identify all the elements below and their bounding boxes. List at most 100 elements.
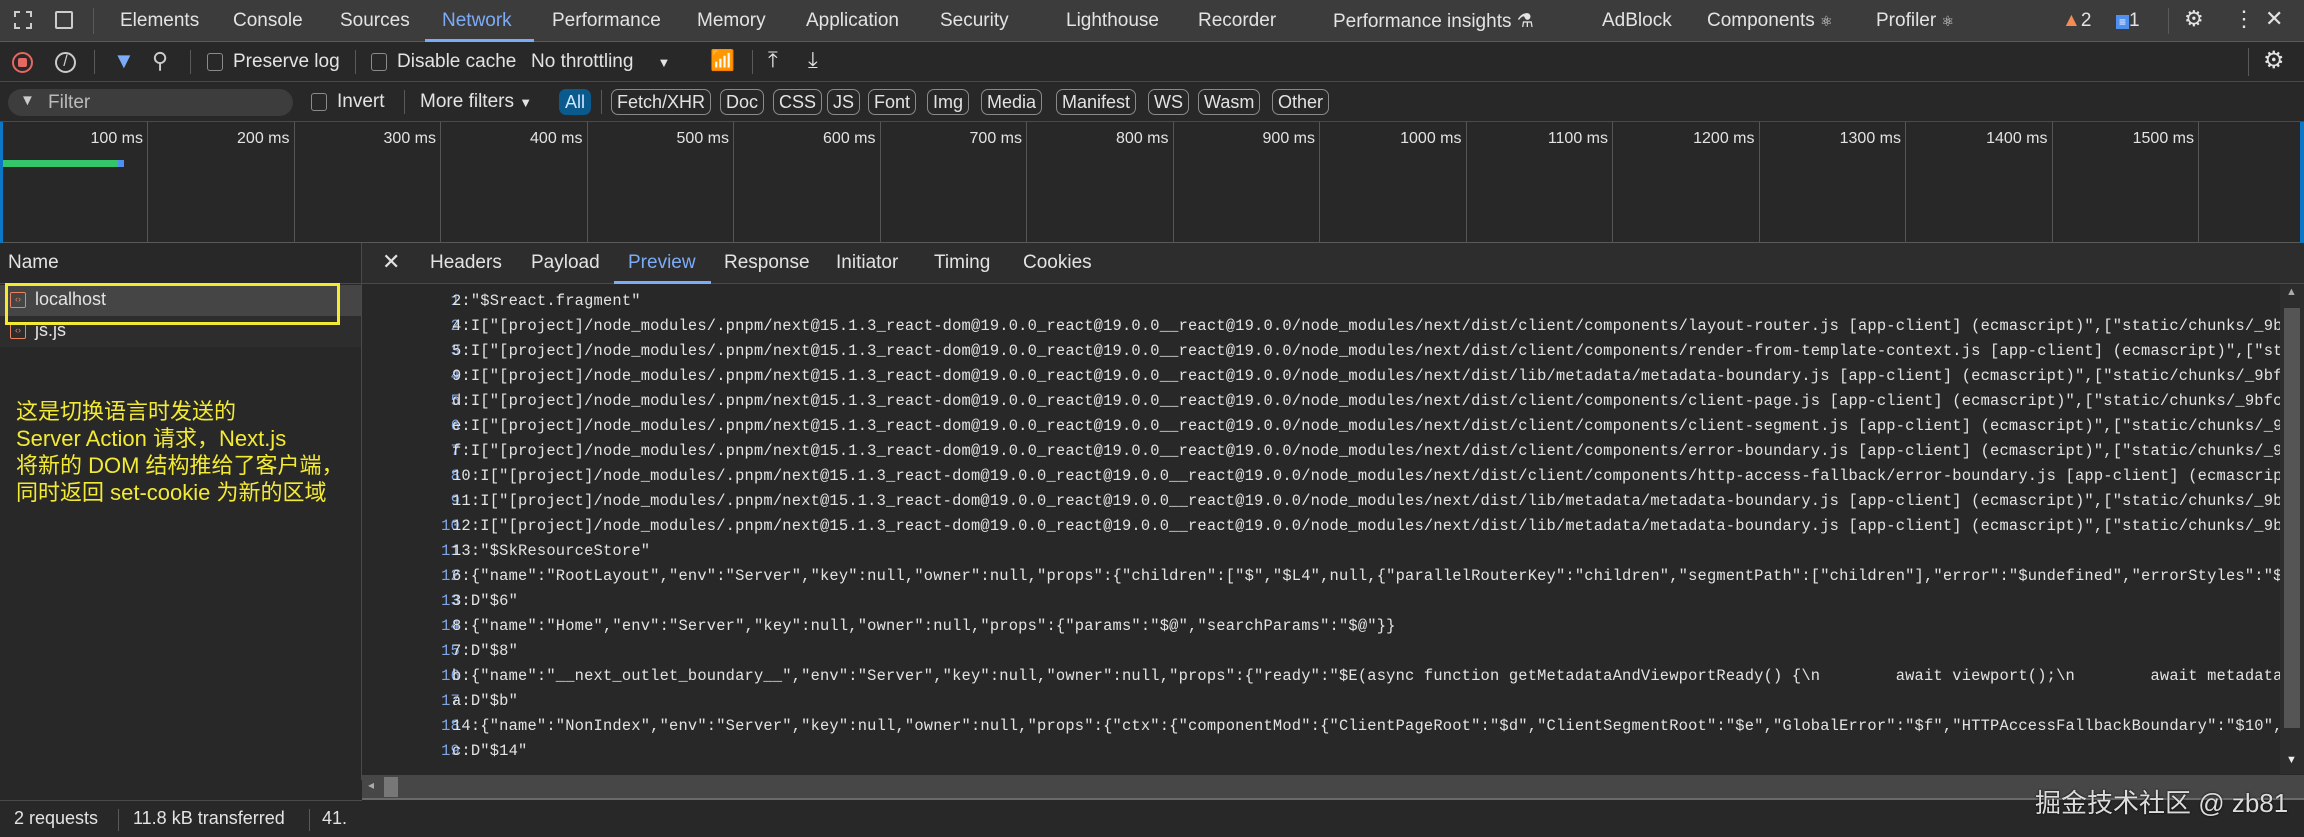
name-header-label: Name — [8, 252, 59, 273]
overview-left-handle[interactable] — [0, 122, 3, 243]
tab-performance[interactable]: Performance — [552, 10, 661, 32]
preview-line: 3:D"$6" — [452, 592, 519, 610]
import-har-icon[interactable]: ⤒ — [768, 47, 778, 73]
vertical-scrollbar[interactable]: ▲ ▼ — [2280, 284, 2304, 774]
filter-chip-css[interactable]: CSS — [773, 89, 823, 115]
line-number: 17 — [441, 692, 460, 710]
settings-gear-icon[interactable]: ⚙ — [2184, 6, 2204, 32]
tab-response[interactable]: Response — [724, 252, 810, 274]
filter-chip-img[interactable]: Img — [927, 89, 970, 115]
throttling-select[interactable]: No throttling ▼ — [531, 51, 670, 73]
tab-console[interactable]: Console — [233, 10, 303, 32]
close-details-icon[interactable]: ✕ — [382, 249, 400, 275]
tab-sources[interactable]: Sources — [340, 10, 410, 32]
timeline-gridline — [440, 122, 441, 243]
filter-chip-other[interactable]: Other — [1272, 89, 1330, 115]
tab-timing[interactable]: Timing — [934, 252, 990, 274]
tab-components[interactable]: Components ⚛ — [1707, 10, 1833, 32]
tab-payload[interactable]: Payload — [531, 252, 600, 274]
invert-label[interactable]: Invert — [337, 91, 385, 113]
tab-label: Performance insights — [1333, 11, 1512, 32]
filter-funnel-icon[interactable]: ▼ — [113, 48, 135, 74]
preview-line: 2:"$Sreact.fragment" — [452, 292, 641, 310]
preview-line: 8:{"name":"Home","env":"Server","key":nu… — [452, 617, 1396, 635]
close-devtools-icon[interactable]: ✕ — [2265, 6, 2283, 32]
response-preview[interactable]: 1 2:"$Sreact.fragment" 2 4:I["[project]/nod… — [362, 284, 2280, 774]
preserve-log-label[interactable]: Preserve log — [233, 51, 340, 73]
timeline-gridline — [586, 122, 588, 243]
tab-headers[interactable]: Headers — [430, 252, 502, 274]
more-filters-dropdown[interactable]: More filters ▼ — [420, 91, 532, 113]
filter-chip-js[interactable]: JS — [827, 89, 861, 115]
tab-security[interactable]: Security — [940, 10, 1009, 32]
inspect-element-icon[interactable] — [14, 11, 32, 29]
disable-cache-label[interactable]: Disable cache — [397, 51, 516, 73]
line-number: 5 — [450, 392, 460, 410]
filter-chip-manifest[interactable]: Manifest — [1056, 89, 1137, 115]
timeline-gridline — [293, 122, 295, 243]
tab-adblock[interactable]: AdBlock — [1602, 10, 1672, 32]
timeline-tick-label: 600 ms — [823, 130, 876, 147]
request-count: 2 requests — [14, 808, 99, 828]
scroll-left-arrow-icon[interactable]: ◂ — [368, 778, 374, 792]
network-settings-gear-icon[interactable]: ⚙ — [2263, 46, 2285, 75]
name-column-header[interactable]: Name — [0, 243, 361, 284]
tab-cookies[interactable]: Cookies — [1023, 252, 1092, 274]
tab-network[interactable]: Network — [442, 10, 512, 32]
annotation-line: 将新的 DOM 结构推给了客户端， — [16, 453, 344, 478]
invert-checkbox[interactable] — [311, 93, 327, 111]
filter-chip-ws[interactable]: WS — [1148, 89, 1189, 115]
filter-chip-fetch-xhr[interactable]: Fetch/XHR — [611, 89, 712, 115]
filter-chip-media[interactable]: Media — [981, 89, 1043, 115]
preview-line: 9:I["[project]/node_modules/.pnpm/next@1… — [452, 367, 2280, 385]
tab-recorder[interactable]: Recorder — [1198, 10, 1276, 32]
line-number: 3 — [450, 342, 460, 360]
line-number: 8 — [450, 467, 460, 485]
timeline-gridline — [147, 122, 148, 243]
scroll-up-arrow-icon[interactable]: ▲ — [2286, 286, 2297, 298]
tab-initiator[interactable]: Initiator — [836, 252, 898, 274]
timeline-gridline — [1026, 122, 1027, 243]
search-icon[interactable]: ⚲ — [152, 48, 168, 74]
tab-elements[interactable]: Elements — [120, 10, 199, 32]
line-number: 16 — [441, 667, 460, 685]
tab-performance-insights[interactable]: Performance insights ⚗ — [1333, 10, 1534, 33]
tab-lighthouse[interactable]: Lighthouse — [1066, 10, 1159, 32]
network-overview-timeline[interactable]: 100 ms 200 ms 300 ms 400 ms 500 ms 600 ms 700 … — [0, 122, 2304, 243]
line-number: 19 — [441, 742, 460, 760]
scrollbar-thumb[interactable] — [2284, 308, 2300, 728]
timeline-tick-label: 200 ms — [237, 130, 290, 147]
line-number: 13 — [441, 592, 460, 610]
more-menu-icon[interactable]: ⋮ — [2233, 6, 2255, 32]
disable-cache-checkbox[interactable] — [371, 53, 387, 71]
network-conditions-icon[interactable]: 📶 — [710, 48, 735, 73]
tab-preview[interactable]: Preview — [628, 252, 696, 274]
line-number: 6 — [450, 417, 460, 435]
filter-chip-wasm[interactable]: Wasm — [1198, 89, 1261, 115]
device-toolbar-icon[interactable] — [55, 11, 73, 29]
scroll-down-arrow-icon[interactable]: ▼ — [2286, 754, 2297, 766]
messages-counter[interactable]: ≡ 1 — [2116, 10, 2140, 32]
export-har-icon[interactable]: ⤓ — [808, 47, 818, 73]
filter-chip-doc[interactable]: Doc — [720, 89, 765, 115]
filter-icon: ▼ — [20, 92, 35, 109]
filter-chip-all[interactable]: All — [559, 89, 592, 115]
timeline-gridline — [1319, 122, 1320, 243]
clear-icon[interactable]: / — [55, 52, 76, 73]
preserve-log-checkbox[interactable] — [207, 53, 223, 71]
scrollbar-thumb[interactable] — [384, 777, 398, 797]
filter-chip-font[interactable]: Font — [868, 89, 917, 115]
timeline-tick-label: 700 ms — [969, 130, 1022, 147]
filter-input[interactable]: ▼ Filter — [8, 89, 293, 116]
line-number: 9 — [450, 492, 460, 510]
tab-memory[interactable]: Memory — [697, 10, 766, 32]
tab-profiler[interactable]: Profiler ⚛ — [1876, 10, 1954, 32]
horizontal-scrollbar[interactable]: ◂ — [362, 775, 2304, 800]
warnings-counter[interactable]: ▲2 — [2062, 10, 2091, 32]
preview-line: 13:"$SkResourceStore" — [452, 542, 651, 560]
record-stop-icon[interactable] — [12, 52, 33, 73]
preview-line: f:I["[project]/node_modules/.pnpm/next@1… — [452, 442, 2280, 460]
overview-right-handle[interactable] — [2300, 122, 2304, 243]
tab-application[interactable]: Application — [806, 10, 899, 32]
line-number: 1 — [450, 292, 460, 310]
